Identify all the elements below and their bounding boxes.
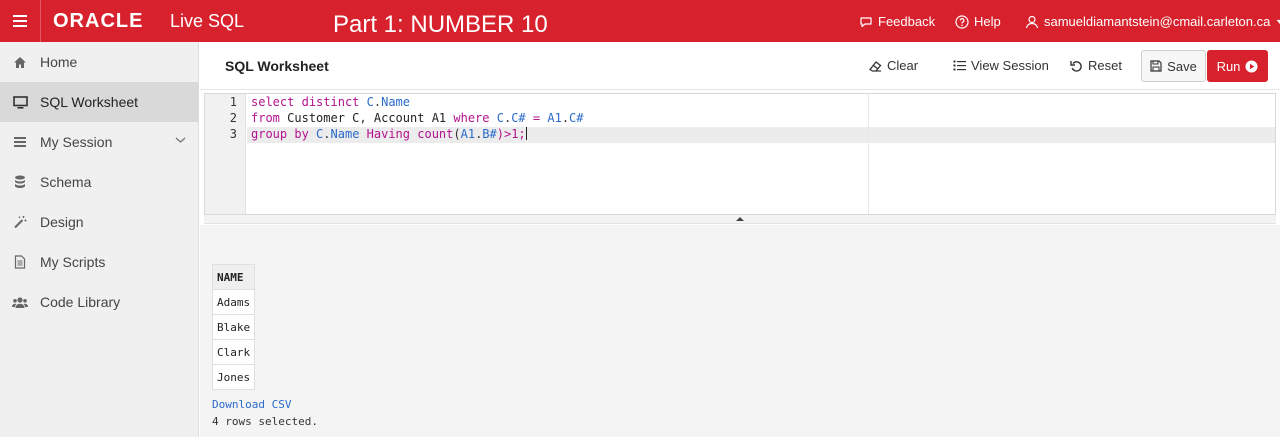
sidebar: Home SQL Worksheet My Session Schema Des…: [0, 42, 199, 437]
code-line[interactable]: group by C.Name Having count(A1.B#)>1;: [251, 126, 527, 142]
line-number: 2: [229, 111, 237, 125]
sidebar-item-sql-worksheet[interactable]: SQL Worksheet: [0, 82, 198, 122]
run-label: Run: [1216, 58, 1241, 74]
sidebar-item-label: My Scripts: [40, 254, 106, 270]
sidebar-item-my-scripts[interactable]: My Scripts: [0, 242, 198, 282]
view-session-button[interactable]: View Session: [953, 58, 1049, 73]
table-cell: Adams: [211, 289, 256, 315]
database-icon: [12, 174, 28, 190]
wand-icon: [12, 214, 28, 230]
sidebar-item-label: Design: [40, 214, 84, 230]
table-cell: Clark: [211, 339, 256, 365]
table-row: Clark: [211, 339, 256, 365]
sidebar-item-label: Code Library: [40, 294, 121, 310]
user-icon: [1025, 15, 1039, 28]
results-panel: NAME Adams Blake Clark Jones Download CS…: [200, 225, 1280, 437]
table-row: Jones: [211, 364, 256, 390]
user-email: samueldiamantstein@cmail.carleton.ca: [1044, 14, 1271, 29]
chevron-down-icon[interactable]: [175, 136, 186, 144]
file-icon: [12, 254, 28, 270]
sql-editor[interactable]: 1 2 3 select distinct C.Name from Custom…: [204, 93, 1276, 215]
sidebar-item-label: My Session: [40, 134, 113, 150]
home-icon: [12, 54, 28, 70]
oracle-logo[interactable]: ORACLE: [53, 10, 143, 33]
save-button[interactable]: Save: [1141, 50, 1206, 82]
clear-button[interactable]: Clear: [869, 58, 918, 73]
run-button[interactable]: Run: [1207, 50, 1268, 82]
results-table: NAME Adams Blake Clark Jones: [211, 264, 256, 390]
editor-resize-handle[interactable]: [204, 215, 1276, 224]
help-link[interactable]: Help: [955, 14, 1001, 29]
table-row: Blake: [211, 314, 256, 340]
table-row: Adams: [211, 289, 256, 315]
list-icon: [12, 134, 28, 150]
download-csv-link[interactable]: Download CSV: [212, 398, 291, 411]
sidebar-item-label: Home: [40, 54, 78, 70]
code-line[interactable]: from Customer C, Account A1 where C.C# =…: [251, 110, 584, 126]
overlay-title: Part 1: NUMBER 10: [333, 11, 548, 38]
users-icon: [12, 294, 28, 310]
monitor-icon: [12, 94, 28, 110]
column-header: NAME: [211, 264, 256, 290]
line-number: 3: [229, 127, 237, 141]
speech-bubble-icon: [860, 16, 872, 27]
list-icon: [953, 60, 966, 71]
rows-selected-status: 4 rows selected.: [212, 415, 318, 428]
reset-button[interactable]: Reset: [1070, 58, 1122, 73]
text-cursor: [525, 127, 527, 140]
top-header: ORACLE Live SQL Part 1: NUMBER 10 Feedba…: [0, 0, 1280, 42]
feedback-link[interactable]: Feedback: [859, 14, 935, 29]
code-area[interactable]: select distinct C.Name from Customer C, …: [247, 94, 1275, 214]
line-number-gutter: 1 2 3: [205, 94, 246, 214]
sidebar-item-my-session[interactable]: My Session: [0, 122, 198, 162]
sidebar-item-label: SQL Worksheet: [40, 94, 139, 110]
sidebar-item-label: Schema: [40, 174, 92, 190]
sidebar-item-home[interactable]: Home: [0, 42, 198, 82]
line-number: 1: [229, 95, 237, 109]
sidebar-item-code-library[interactable]: Code Library: [0, 282, 198, 322]
question-circle-icon: [955, 14, 969, 29]
product-name[interactable]: Live SQL: [170, 11, 244, 32]
sidebar-item-schema[interactable]: Schema: [0, 162, 198, 202]
print-margin: [868, 94, 869, 214]
floppy-disk-icon: [1150, 60, 1162, 72]
caret-down-icon: [1276, 19, 1280, 24]
hamburger-menu-icon[interactable]: [0, 0, 40, 42]
feedback-label: Feedback: [878, 14, 936, 29]
undo-icon: [1070, 61, 1082, 72]
view-session-label: View Session: [971, 58, 1049, 73]
table-cell: Jones: [211, 364, 256, 390]
collapse-arrow-icon[interactable]: [736, 217, 744, 221]
user-menu[interactable]: samueldiamantstein@cmail.carleton.ca: [1025, 14, 1280, 29]
page-title: SQL Worksheet: [225, 58, 329, 74]
play-circle-icon: [1245, 60, 1258, 72]
clear-label: Clear: [887, 58, 919, 73]
save-label: Save: [1167, 58, 1197, 74]
table-cell: Blake: [211, 314, 256, 340]
sidebar-item-design[interactable]: Design: [0, 202, 198, 242]
reset-label: Reset: [1088, 58, 1122, 73]
code-line[interactable]: select distinct C.Name: [251, 94, 410, 110]
worksheet-toolbar: SQL Worksheet Clear View Session Reset S…: [200, 42, 1280, 90]
help-label: Help: [974, 14, 1001, 29]
eraser-icon: [869, 61, 882, 72]
header-divider: [40, 0, 41, 42]
